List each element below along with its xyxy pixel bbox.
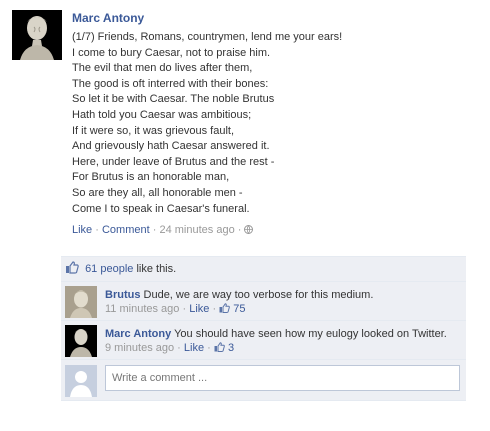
globe-icon[interactable]: [244, 224, 254, 235]
comment-input[interactable]: Write a comment ...: [105, 365, 460, 391]
separator: ·: [152, 224, 157, 237]
comment-line: Brutus Dude, we are way too verbose for …: [105, 288, 460, 302]
thumbs-up-icon: [214, 342, 225, 352]
message-line: Come I to speak in Caesar's funeral.: [72, 202, 250, 215]
comment-text: You should have seen how my eulogy looke…: [171, 328, 447, 340]
commenter-avatar[interactable]: [65, 325, 97, 357]
separator: ·: [237, 224, 242, 237]
comment-meta: 11 minutes ago · Like · 75: [105, 302, 460, 316]
thumbs-up-icon: [65, 259, 79, 274]
like-link[interactable]: Like: [72, 224, 92, 236]
feedback-box: 61 people like this. Brutus Dude, we are…: [61, 256, 466, 401]
likes-summary: 61 people like this.: [61, 256, 466, 282]
message-line: So are they all, all honorable men -: [72, 186, 243, 199]
comment-item: Marc Antony You should have seen how my …: [61, 321, 466, 360]
message-line: Here, under leave of Brutus and the rest…: [72, 155, 275, 168]
comment-author-link[interactable]: Brutus: [105, 289, 140, 301]
message-line: Hath told you Caesar was ambitious;: [72, 108, 252, 121]
separator: ·: [95, 224, 99, 237]
message-line: (1/7) Friends, Romans, countrymen, lend …: [72, 31, 343, 43]
comment-timestamp[interactable]: 9 minutes ago: [105, 342, 174, 354]
comment-like-count[interactable]: 3: [214, 342, 234, 354]
comment-text: Dude, we are way too verbose for this me…: [140, 289, 374, 301]
comment-item: Brutus Dude, we are way too verbose for …: [61, 282, 466, 321]
post-timestamp[interactable]: 24 minutes ago: [159, 224, 234, 236]
comment-link[interactable]: Comment: [102, 224, 150, 236]
bust-portrait-icon: [65, 286, 97, 318]
thumbs-up-icon: [219, 303, 231, 313]
post-author-link[interactable]: Marc Antony: [72, 10, 472, 26]
message-line: For Brutus is an honorable man,: [72, 171, 230, 184]
separator: ·: [182, 303, 187, 315]
commenter-avatar[interactable]: [65, 286, 97, 318]
comment-body: Brutus Dude, we are way too verbose for …: [105, 288, 460, 316]
separator: ·: [177, 342, 181, 354]
comment-author-link[interactable]: Marc Antony: [105, 328, 171, 340]
post-meta: Like · Comment · 24 minutes ago ·: [72, 223, 472, 237]
default-avatar-icon: [65, 365, 97, 397]
likers-link[interactable]: 61 people: [85, 263, 133, 275]
comment-like-link[interactable]: Like: [189, 303, 209, 315]
message-line: If it were so, it was grievous fault,: [72, 124, 235, 137]
write-comment-row: Write a comment ...: [61, 360, 466, 401]
message-line: And grievously hath Caesar answered it.: [72, 140, 270, 153]
like-count: 3: [227, 342, 235, 354]
message-line: I come to bury Caesar, not to praise him…: [72, 46, 271, 59]
comment-meta: 9 minutes ago · Like · 3: [105, 341, 460, 355]
post-message: (1/7) Friends, Romans, countrymen, lend …: [72, 30, 472, 217]
comment-like-link[interactable]: Like: [184, 342, 204, 354]
separator: ·: [207, 342, 211, 354]
message-line: The good is oft interred with their bone…: [72, 77, 269, 90]
author-avatar[interactable]: [12, 10, 62, 60]
comment-like-count[interactable]: 75: [219, 303, 246, 315]
like-count: 75: [233, 303, 246, 315]
comment-body: Marc Antony You should have seen how my …: [105, 327, 460, 355]
separator: ·: [212, 303, 217, 315]
likes-suffix: like this.: [133, 263, 177, 275]
message-line: So let it be with Caesar. The noble Brut…: [72, 93, 275, 106]
bust-portrait-icon: [65, 325, 97, 357]
post-body: Marc Antony (1/7) Friends, Romans, count…: [72, 10, 472, 237]
bust-portrait-icon: [12, 10, 62, 60]
comment-line: Marc Antony You should have seen how my …: [105, 327, 460, 341]
message-line: The evil that men do lives after them,: [72, 62, 253, 75]
comment-timestamp[interactable]: 11 minutes ago: [105, 303, 179, 315]
